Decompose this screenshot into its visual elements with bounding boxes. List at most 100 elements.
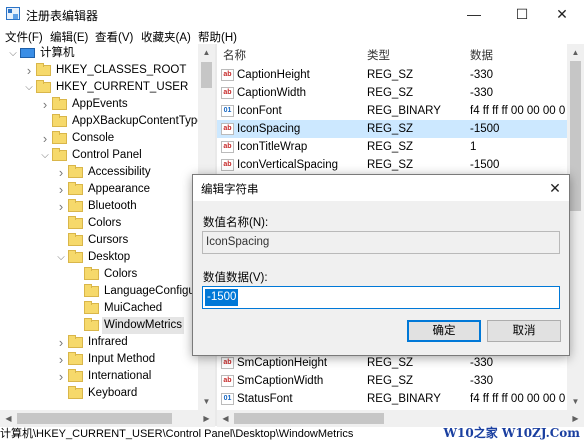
expand-chevron-icon[interactable]: › [40,130,50,147]
tree-item[interactable]: ⌵ Control Panel [0,147,198,164]
tree-item-label: Appearance [88,183,151,195]
tree-item-label: AppEvents [72,98,128,110]
tree-item[interactable]: LanguageConfigu [0,283,198,300]
collapse-chevron-icon[interactable]: ⌵ [8,45,18,62]
menu-file[interactable]: 文件(F) [5,29,43,45]
tree-item-label: Bluetooth [88,200,137,212]
dialog-close-button[interactable]: ✕ [545,179,565,197]
tree-item[interactable]: › Bluetooth [0,198,198,215]
tree-item[interactable]: › HKEY_CLASSES_ROOT [0,62,198,79]
value-type: REG_SZ [367,141,414,153]
cancel-button[interactable]: 取消 [487,320,561,342]
tree-item[interactable]: Colors [0,266,198,283]
tree-item[interactable]: › Input Method [0,351,198,368]
list-row[interactable]: ab IconVerticalSpacing REG_SZ -1500 [217,156,567,174]
ok-button[interactable]: 确定 [407,320,481,342]
tree-item[interactable]: › Accessibility [0,164,198,181]
registry-tree[interactable]: ⌵ 计算机 › HKEY_CLASSES_ROOT ⌵ HKEY_CURRENT_USER… [0,44,198,410]
expand-chevron-icon[interactable]: › [56,181,66,198]
list-row[interactable]: ab SmCaptionWidth REG_SZ -330 [217,372,567,390]
string-value-icon: ab [221,87,234,99]
tree-item[interactable]: › International [0,368,198,385]
expand-chevron-icon[interactable]: › [40,96,50,113]
tree-item-label: LanguageConfigu [104,285,195,297]
expand-chevron-icon[interactable]: › [56,198,66,215]
value-data: -1500 [470,159,500,171]
scroll-up-icon[interactable]: ▲ [198,44,215,61]
folder-icon [68,216,83,229]
string-value-icon: ab [221,375,234,387]
close-button[interactable]: ✕ [540,0,584,28]
tree-item[interactable]: ⌵ HKEY_CURRENT_USER [0,79,198,96]
dialog-title: 编辑字符串 [201,184,259,196]
column-header-name[interactable]: 名称 [223,47,246,63]
tree-item-label: Input Method [88,353,156,365]
value-name: CaptionHeight [237,69,310,81]
expand-chevron-icon[interactable]: › [56,164,66,181]
tree-item-label: MuiCached [104,302,163,314]
tree-item[interactable]: ⌵ 计算机 [0,45,198,62]
tree-item-label: Accessibility [88,166,151,178]
expand-chevron-icon[interactable]: › [56,368,66,385]
list-row[interactable]: ab IconSpacing REG_SZ -1500 [217,120,567,138]
value-type: REG_SZ [367,87,414,99]
value-name: SmCaptionWidth [237,375,324,387]
folder-icon [68,386,83,399]
folder-icon [68,369,83,382]
scroll-up-icon[interactable]: ▲ [567,44,584,61]
tree-item[interactable]: › Infrared [0,334,198,351]
expand-chevron-icon[interactable]: › [56,334,66,351]
list-row[interactable]: ab CaptionWidth REG_SZ -330 [217,84,567,102]
tree-item[interactable]: › Console [0,130,198,147]
menu-favorites[interactable]: 收藏夹(A) [141,29,191,45]
tree-item[interactable]: AppXBackupContentType [0,113,198,130]
menu-view[interactable]: 查看(V) [95,29,133,45]
title-bar: 注册表编辑器 — ☐ ✕ [0,0,584,28]
expand-chevron-icon[interactable]: › [56,351,66,368]
tree-item[interactable]: Cursors [0,232,198,249]
tree-item[interactable]: ⌵ Desktop [0,249,198,266]
list-row[interactable]: ab IconTitleWrap REG_SZ 1 [217,138,567,156]
tree-item[interactable]: Colors [0,215,198,232]
tree-item[interactable]: Keyboard [0,385,198,402]
tree-item-label: Keyboard [88,387,138,399]
scroll-left-icon[interactable]: ◀ [0,410,17,427]
list-row[interactable]: 01 IconFont REG_BINARY f4 ff ff ff 00 00 00… [217,102,567,120]
menu-help[interactable]: 帮助(H) [198,29,237,45]
scroll-thumb[interactable] [234,413,384,424]
collapse-chevron-icon[interactable]: ⌵ [56,249,66,266]
tree-item-label: International [88,370,152,382]
tree-item[interactable]: WindowMetrics [0,317,198,334]
string-value-icon: ab [221,357,234,369]
folder-icon [52,114,67,127]
minimize-button[interactable]: — [452,0,496,28]
tree-item[interactable]: › AppEvents [0,96,198,113]
expand-chevron-icon[interactable]: › [24,62,34,79]
list-row[interactable]: 01 StatusFont REG_BINARY f4 ff ff ff 00 00 … [217,390,567,408]
menu-edit[interactable]: 编辑(E) [50,29,88,45]
list-row[interactable]: ab CaptionHeight REG_SZ -330 [217,66,567,84]
value-data-input[interactable]: -1500 [202,286,560,309]
scroll-down-icon[interactable]: ▼ [198,393,215,410]
list-row[interactable]: ab SmCaptionHeight REG_SZ -330 [217,354,567,372]
collapse-chevron-icon[interactable]: ⌵ [24,79,34,96]
tree-item-label: Colors [104,268,138,280]
column-header-data[interactable]: 数据 [470,47,493,63]
scroll-left-icon[interactable]: ◀ [217,410,234,427]
tree-horizontal-scrollbar[interactable]: ◀ ▶ [0,410,215,427]
tree-item[interactable]: › Appearance [0,181,198,198]
tree-item-label: Control Panel [72,149,142,161]
collapse-chevron-icon[interactable]: ⌵ [40,147,50,164]
folder-icon [36,80,51,93]
value-name: IconVerticalSpacing [237,159,339,171]
tree-item[interactable]: MuiCached [0,300,198,317]
column-header-type[interactable]: 类型 [367,47,390,63]
scroll-thumb[interactable] [201,62,212,88]
scroll-right-icon[interactable]: ▶ [198,410,215,427]
scroll-down-icon[interactable]: ▼ [567,393,584,410]
maximize-button[interactable]: ☐ [500,0,544,28]
value-data: -330 [470,69,494,81]
scroll-thumb[interactable] [17,413,172,424]
string-value-icon: ab [221,159,234,171]
scroll-thumb[interactable] [570,61,581,211]
